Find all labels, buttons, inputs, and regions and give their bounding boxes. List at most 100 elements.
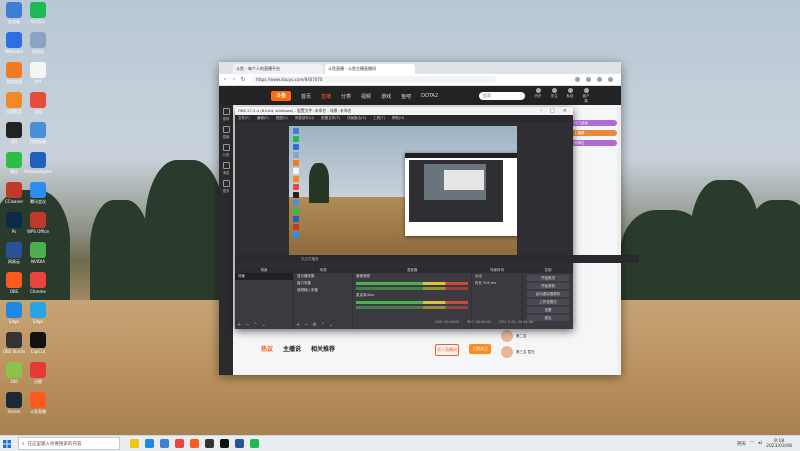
promo-pill[interactable]: 推荐位 [571,140,617,146]
obs-control-button[interactable]: 工作室模式 [527,299,569,305]
content-tab[interactable]: 主播说 [283,344,301,353]
sidebar-label: 消息 [222,170,230,175]
desktop-icon[interactable]: 迅雷 [24,362,52,384]
taskbar-app-icon[interactable] [160,439,169,448]
site-search-input[interactable]: 搜索 [479,92,525,100]
desktop-icon[interactable]: NVIDIA [24,242,52,264]
content-tab[interactable]: 相关推荐 [311,344,335,353]
sidebar-label: 直播 [222,134,230,139]
preview-desktop-icons [289,126,303,255]
desktop-icon[interactable]: CapCut [24,332,52,354]
start-button[interactable] [0,437,14,451]
desktop-icon[interactable]: 腾讯会议 [24,182,52,204]
rank-list-item[interactable]: 第二名 [501,330,571,342]
header-shortcut[interactable]: 私信 [565,88,575,104]
header-shortcut[interactable]: 历史 [533,88,543,104]
obs-menu-item[interactable]: 停靠部件(D) [295,116,314,121]
menu-icon[interactable] [608,77,613,82]
extension-icon[interactable] [575,77,580,82]
taskbar-app-icon[interactable] [250,439,259,448]
taskbar-search-input[interactable]: ⌕ 在这里输入你要搜索的内容 [18,437,120,450]
sidebar-item[interactable]: 更多 [219,177,233,195]
site-nav-item[interactable]: 鱼吧 [401,93,411,100]
obs-control-button[interactable]: 设置 [527,307,569,313]
obs-control-button[interactable]: 开始录制 [527,283,569,289]
enter-room-button[interactable]: 进入直播间 [435,344,459,356]
header-shortcut[interactable]: 关注 [549,88,559,104]
obs-menu-item[interactable]: 帮助(H) [392,116,404,121]
site-nav-item[interactable]: 直播 [321,93,331,100]
browser-tab-active[interactable]: 斗鱼直播 - 斗鱼主播直播间 [325,64,415,74]
transition-select[interactable]: 淡出 [472,273,522,280]
taskbar-app-icon[interactable] [235,439,244,448]
sidebar-item[interactable]: 推荐 [219,105,233,123]
follow-button[interactable]: 立即关注 [469,344,491,354]
source-item[interactable]: 音频输入采集 [294,287,352,294]
taskbar-app-icon[interactable] [175,439,184,448]
obs-menu-item[interactable]: 场景集合(S) [347,116,366,121]
obs-menu-item[interactable]: 工具(T) [373,116,385,121]
site-nav-item[interactable]: DOTA2 [421,93,438,100]
site-logo[interactable]: 斗鱼 [271,91,291,101]
desktop-icon[interactable]: Edge [24,302,52,324]
header-shortcut[interactable]: 客户端 [581,88,591,104]
volume-slider[interactable] [356,287,468,290]
site-nav-item[interactable]: 游戏 [381,93,391,100]
rank-list-item[interactable]: 第三名 暂无 [501,346,571,358]
mini-desktop-icon [293,144,299,150]
favorite-icon[interactable] [586,77,591,82]
obs-control-button[interactable]: 启动虚拟摄像机 [527,291,569,297]
obs-preview[interactable] [289,126,517,255]
taskbar-app-icon[interactable] [205,439,214,448]
sidebar-item[interactable]: 消息 [219,159,233,177]
desktop-icon-label: Malwarebytes [24,169,52,174]
sidebar-item[interactable]: 分类 [219,141,233,159]
forward-icon[interactable]: › [231,76,237,83]
taskbar-app-icon[interactable] [130,439,139,448]
network-icon[interactable]: ◠ [750,441,754,446]
desktop-icon[interactable]: Malwarebytes [24,152,52,174]
clock[interactable]: 9:18 2023/03/08 [766,439,792,449]
sidebar-item[interactable]: 直播 [219,123,233,141]
obs-menu-item[interactable]: 配置文件(P) [321,116,340,121]
volume-slider[interactable] [356,306,468,309]
scene-item[interactable]: 场景 [235,273,293,280]
source-tools[interactable]: +−⚙⌃⌄ [296,322,337,328]
obs-control-button[interactable]: 开始推流 [527,275,569,281]
browser-scrollbar[interactable] [617,105,621,375]
site-nav-item[interactable]: 分类 [341,93,351,100]
desktop-icon[interactable]: 控制面板 [24,122,52,144]
obs-status-text: 无正在播放 [301,256,319,261]
promo-pill[interactable]: 热门活动 [571,120,617,126]
obs-menu-item[interactable]: 编辑(E) [257,116,269,121]
refresh-icon[interactable]: ↻ [240,76,246,83]
obs-menu-item[interactable]: 视图(V) [276,116,288,121]
site-nav-item[interactable]: 视频 [361,93,371,100]
desktop-icon[interactable]: Chrome [24,272,52,294]
site-nav-item[interactable]: 首页 [301,93,311,100]
source-item[interactable]: 显示器采集 [294,273,352,280]
obs-menu-item[interactable]: 文件(F) [238,116,250,121]
url-field[interactable]: https://www.douyu.com/8407070 [252,76,496,83]
maximize-icon[interactable]: □ [550,108,555,114]
minimize-icon[interactable]: – [540,108,543,114]
close-icon[interactable]: × [563,108,567,114]
transition-duration[interactable]: 时长 300 ms [472,280,522,287]
volume-icon[interactable]: ◂) [758,441,762,446]
taskbar-app-icon[interactable] [190,439,199,448]
back-icon[interactable]: ‹ [222,76,228,83]
scene-tools[interactable]: +−⌃⌄ [237,322,270,328]
taskbar-app-icon[interactable] [220,439,229,448]
profile-icon[interactable] [597,77,602,82]
desktop-icon[interactable]: 回收站 [24,32,52,54]
desktop-icon[interactable]: QQ音乐 [24,2,52,24]
promo-pill[interactable]: 主播榜 [571,130,617,136]
desktop-icon[interactable]: 文件 [24,62,52,84]
desktop-icon[interactable]: WPS Office [24,212,52,234]
desktop-icon[interactable]: 斗鱼直播 [24,392,52,414]
content-tab[interactable]: 热议 [261,344,273,353]
desktop-icon[interactable]: 文档 [24,92,52,114]
source-item[interactable]: 窗口采集 [294,280,352,287]
browser-tab[interactable]: 斗鱼 - 每个人的直播平台 [233,64,323,74]
taskbar-app-icon[interactable] [145,439,154,448]
